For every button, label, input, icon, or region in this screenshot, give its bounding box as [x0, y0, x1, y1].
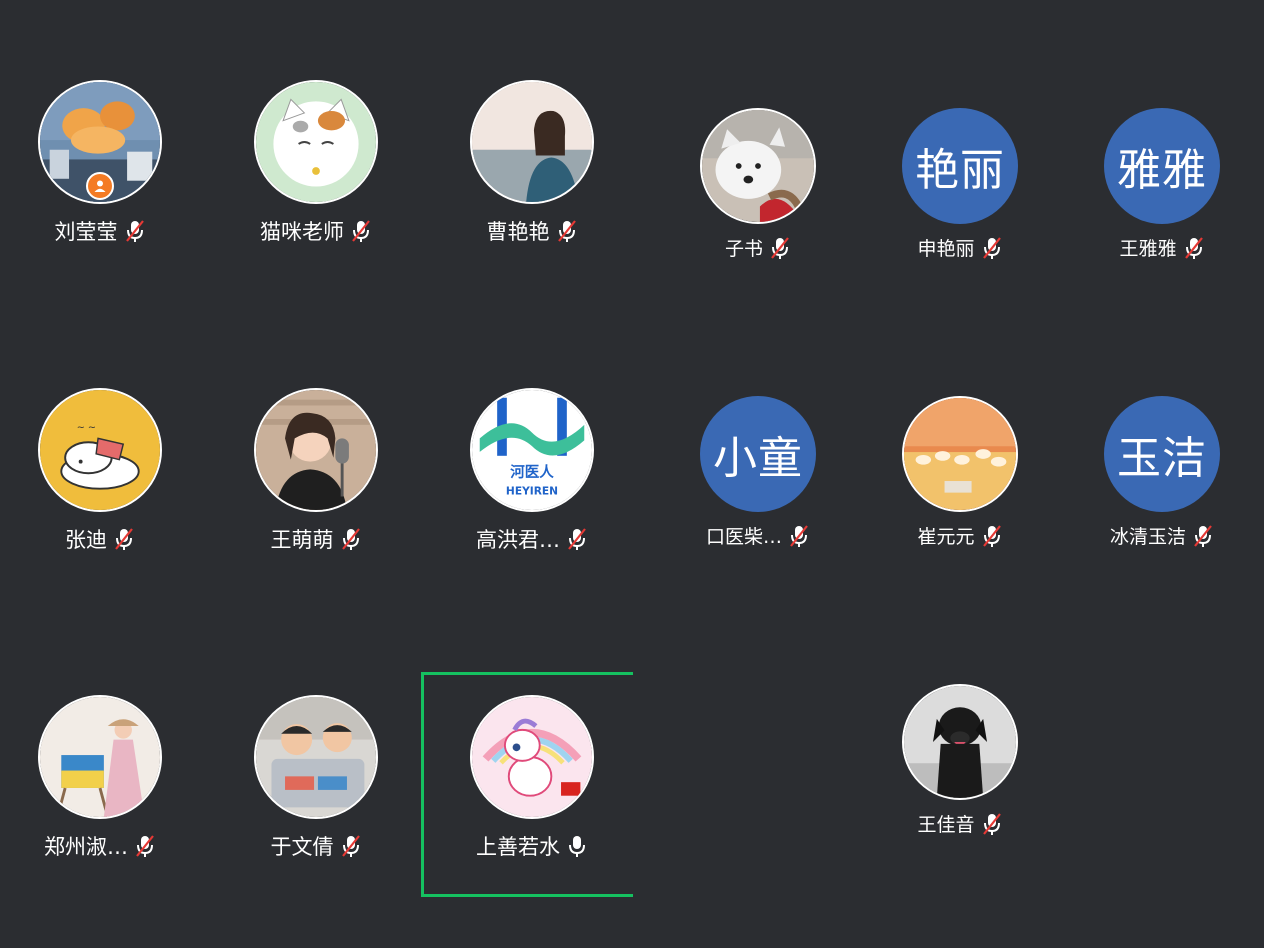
participant-avatar-initials: 雅雅	[1104, 108, 1220, 224]
svg-text:~ ~: ~ ~	[77, 423, 96, 434]
participant-avatar	[902, 684, 1018, 800]
participant-name: 口医柴…	[705, 526, 782, 548]
participant-name: 猫咪老师	[260, 220, 344, 244]
participant-avatar	[902, 396, 1018, 512]
mic-muted-icon	[352, 220, 370, 242]
participant-avatar	[254, 388, 378, 512]
participant-tile[interactable]: 郑州淑…	[0, 695, 200, 861]
participant-avatar: ~ ~	[38, 388, 162, 512]
participant-name-row: 冰清玉洁	[1110, 522, 1214, 549]
participant-avatar-initials: 小童	[700, 396, 816, 512]
participant-name-row: 猫咪老师	[260, 216, 372, 246]
participant-name-row: 子书	[725, 234, 791, 261]
participant-name-row: 高洪君…	[476, 524, 588, 554]
participant-tile[interactable]: 子书	[658, 108, 858, 261]
participant-name-row: 口医柴…	[706, 522, 810, 549]
participant-name: 冰清玉洁	[1109, 526, 1186, 548]
participant-name: 张迪	[65, 528, 107, 552]
mic-muted-icon	[136, 835, 154, 857]
mic-muted-icon	[568, 528, 586, 550]
participant-name: 高洪君…	[476, 528, 560, 552]
participant-name: 刘莹莹	[54, 220, 118, 244]
participant-name: 王佳音	[917, 814, 975, 836]
mic-muted-icon	[1194, 524, 1212, 547]
mic-muted-icon	[125, 220, 144, 242]
participant-name: 王雅雅	[1119, 238, 1177, 260]
participant-avatar	[254, 80, 378, 204]
participant-tile[interactable]: 猫咪老师	[216, 80, 416, 246]
mic-muted-icon	[341, 528, 360, 550]
participant-name-row: 郑州淑…	[44, 831, 156, 861]
participant-name-row: 王萌萌	[271, 524, 362, 554]
participant-name: 郑州淑…	[44, 835, 128, 859]
participant-tile[interactable]: 王萌萌	[216, 388, 416, 554]
participant-name: 子书	[724, 238, 763, 260]
participant-tile[interactable]: 崔元元	[860, 396, 1060, 549]
logo-subtext: HEYIREN	[506, 485, 558, 498]
participant-name: 崔元元	[917, 526, 975, 548]
mic-muted-icon	[982, 524, 1001, 547]
participant-avatar	[254, 695, 378, 819]
mic-on-icon	[569, 836, 585, 857]
participant-name-row: 曹艳艳	[487, 216, 578, 246]
mic-muted-icon	[982, 812, 1001, 835]
participant-avatar	[700, 108, 816, 224]
participant-tile[interactable]: 小童 口医柴…	[658, 396, 858, 549]
participant-tile[interactable]: 河医人 HEYIREN 高洪君…	[432, 388, 632, 554]
participant-name-row: 上善若水	[476, 831, 588, 861]
participant-name-row: 王雅雅	[1119, 234, 1204, 261]
mic-muted-icon	[115, 528, 133, 550]
mic-muted-icon	[771, 236, 789, 259]
participant-avatar	[38, 695, 162, 819]
participant-name: 王萌萌	[270, 528, 334, 552]
participant-avatar	[470, 80, 594, 204]
participant-avatar	[38, 80, 162, 204]
participant-name-row: 刘莹莹	[55, 216, 146, 246]
participant-name: 申艳丽	[917, 238, 975, 260]
participant-name-row: 崔元元	[917, 522, 1002, 549]
participant-tile-active-speaker[interactable]: 上善若水	[432, 695, 632, 861]
participant-name-row: 申艳丽	[917, 234, 1002, 261]
participant-tile[interactable]: ~ ~ 张迪	[0, 388, 200, 554]
participant-tile[interactable]: 曹艳艳	[432, 80, 632, 246]
participant-tile[interactable]: 雅雅 王雅雅	[1062, 108, 1262, 261]
logo-text: 河医人	[510, 463, 554, 481]
meeting-participant-grid: 刘莹莹 猫咪老师 曹艳艳 子书 艳丽 申艳丽 雅雅 王雅雅 ~ ~ 张迪 王萌萌…	[0, 0, 1264, 948]
mic-muted-icon	[982, 236, 1001, 259]
mic-muted-icon	[341, 835, 360, 857]
host-icon	[86, 172, 114, 200]
participant-name-row: 张迪	[65, 524, 135, 554]
participant-name-row: 于文倩	[271, 831, 362, 861]
participant-tile[interactable]: 于文倩	[216, 695, 416, 861]
participant-name: 曹艳艳	[486, 220, 550, 244]
mic-muted-icon	[1184, 236, 1203, 259]
participant-tile[interactable]: 玉洁 冰清玉洁	[1062, 396, 1262, 549]
mic-muted-icon	[790, 524, 808, 547]
participant-name: 于文倩	[270, 835, 334, 859]
participant-tile[interactable]: 刘莹莹	[0, 80, 200, 246]
participant-avatar-initials: 艳丽	[902, 108, 1018, 224]
participant-tile[interactable]: 艳丽 申艳丽	[860, 108, 1060, 261]
participant-avatar-initials: 玉洁	[1104, 396, 1220, 512]
participant-tile[interactable]: 王佳音	[860, 684, 1060, 837]
participant-avatar: 河医人 HEYIREN	[470, 388, 594, 512]
participant-name-row: 王佳音	[917, 810, 1002, 837]
participant-avatar	[470, 695, 594, 819]
mic-muted-icon	[557, 220, 576, 242]
participant-name: 上善若水	[476, 835, 560, 859]
